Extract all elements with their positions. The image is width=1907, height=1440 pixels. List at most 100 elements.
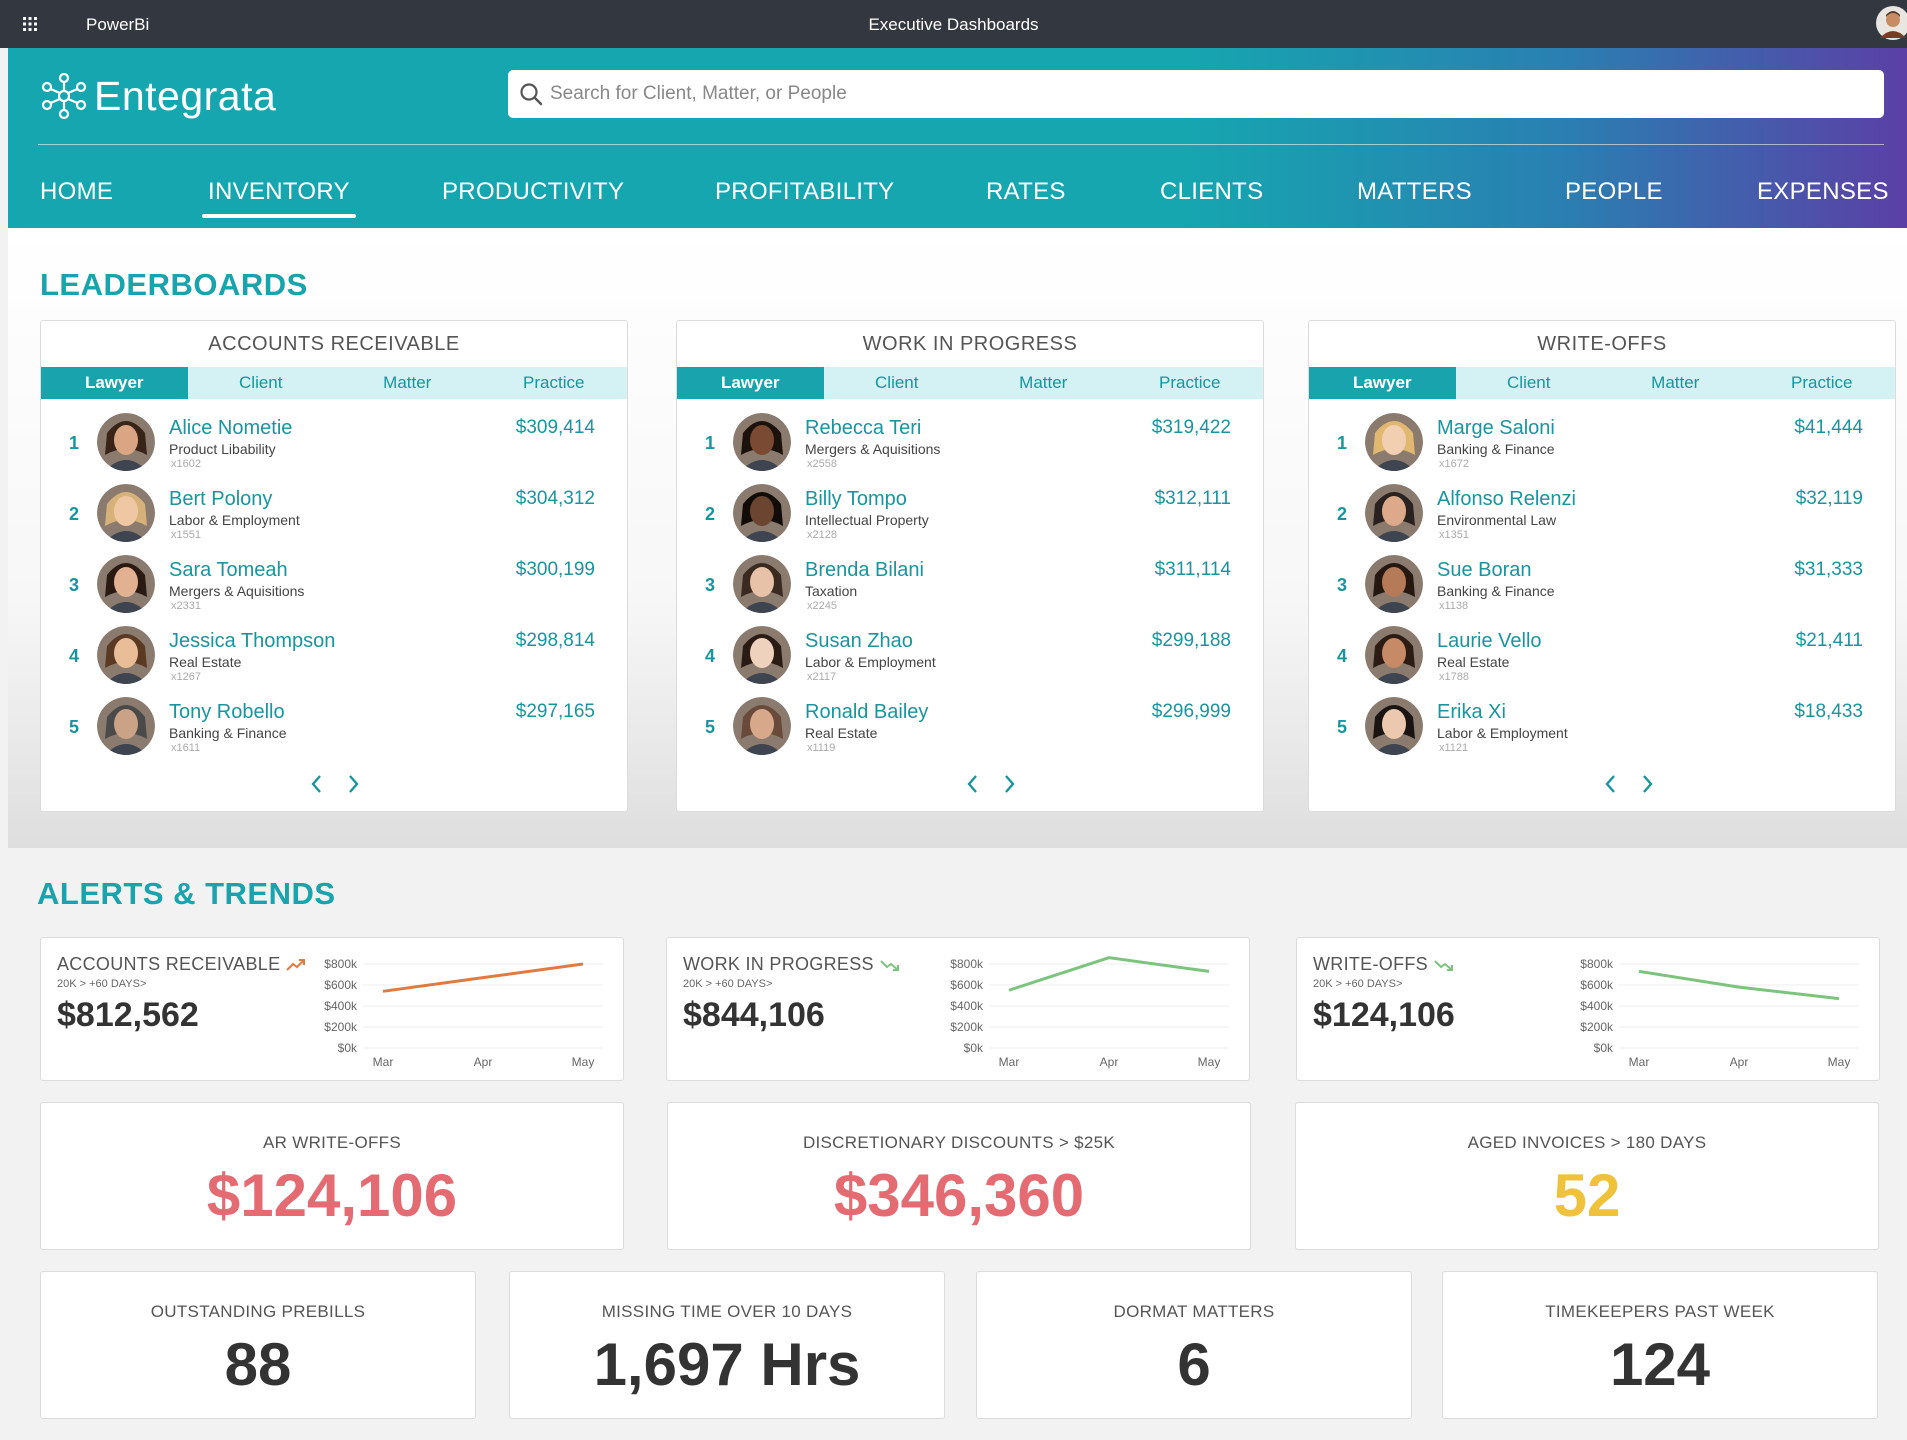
chevron-left-icon[interactable] xyxy=(963,771,983,797)
chevron-left-icon[interactable] xyxy=(1601,771,1621,797)
lawyer-name[interactable]: Billy Tompo xyxy=(805,488,907,511)
practice-area: Banking & Finance xyxy=(169,725,287,741)
window-title-bar: PowerBi Executive Dashboards xyxy=(0,0,1907,48)
chevron-left-icon[interactable] xyxy=(307,771,327,797)
nav-productivity[interactable]: PRODUCTIVITY xyxy=(442,178,624,206)
leaderboard-row[interactable]: 1 Marge Saloni Banking & Finance x1672 $… xyxy=(1309,413,1895,483)
lawyer-name[interactable]: Bert Polony xyxy=(169,488,272,511)
tab-client[interactable]: Client xyxy=(1456,367,1603,399)
chevron-right-icon[interactable] xyxy=(343,771,363,797)
leaderboard-row[interactable]: 4 Susan Zhao Labor & Employment x2117 $2… xyxy=(677,626,1263,696)
x-tick-label: May xyxy=(1198,1055,1221,1069)
kpi-card[interactable]: AGED INVOICES > 180 DAYS 52 xyxy=(1295,1102,1879,1250)
tab-practice[interactable]: Practice xyxy=(1117,367,1264,399)
trend-line-chart: $800k $600k $400k $200k $0k Mar Apr May xyxy=(950,956,1229,1069)
y-tick-label: $200k xyxy=(1580,1020,1614,1034)
header-divider xyxy=(38,144,1884,145)
leaderboard-row[interactable]: 1 Rebecca Teri Mergers & Aquisitions x25… xyxy=(677,413,1263,483)
leaderboard-row[interactable]: 3 Sue Boran Banking & Finance x1138 $31,… xyxy=(1309,555,1895,625)
practice-area: Real Estate xyxy=(1437,654,1510,670)
avatar xyxy=(1365,484,1423,542)
tab-lawyer[interactable]: Lawyer xyxy=(677,367,824,399)
x-tick-label: May xyxy=(1828,1055,1851,1069)
lawyer-name[interactable]: Brenda Bilani xyxy=(805,559,924,582)
lawyer-name[interactable]: Alfonso Relenzi xyxy=(1437,488,1576,511)
phone-extension: x1351 xyxy=(1439,529,1469,541)
kpi-card[interactable]: DISCRETIONARY DISCOUNTS > $25K $346,360 xyxy=(667,1102,1251,1250)
leaderboard-row[interactable]: 2 Billy Tompo Intellectual Property x212… xyxy=(677,484,1263,554)
tab-client[interactable]: Client xyxy=(824,367,971,399)
amount-value: $31,333 xyxy=(1794,559,1863,580)
leaderboard-row[interactable]: 3 Sara Tomeah Mergers & Aquisitions x233… xyxy=(41,555,627,625)
trend-card-1[interactable]: WORK IN PROGRESS 20K > +60 DAYS> $844,10… xyxy=(666,937,1250,1081)
rank-number: 3 xyxy=(1337,575,1348,595)
lawyer-name[interactable]: Sara Tomeah xyxy=(169,559,288,582)
tab-matter[interactable]: Matter xyxy=(970,367,1117,399)
leaderboard-row[interactable]: 1 Alice Nometie Product Libability x1602… xyxy=(41,413,627,483)
chevron-right-icon[interactable] xyxy=(999,771,1019,797)
lawyer-name[interactable]: Rebecca Teri xyxy=(805,417,921,440)
kpi-card[interactable]: DORMAT MATTERS 6 xyxy=(976,1271,1412,1419)
lawyer-name[interactable]: Marge Saloni xyxy=(1437,417,1555,440)
leaderboard-row[interactable]: 3 Brenda Bilani Taxation x2245 $311,114 xyxy=(677,555,1263,625)
trend-card-2[interactable]: WRITE-OFFS 20K > +60 DAYS> $124,106 $800… xyxy=(1296,937,1880,1081)
nav-home[interactable]: HOME xyxy=(40,178,113,206)
lawyer-name[interactable]: Laurie Vello xyxy=(1437,630,1542,653)
phone-extension: x2558 xyxy=(807,458,837,470)
lawyer-name[interactable]: Tony Robello xyxy=(169,701,285,724)
search-input[interactable] xyxy=(550,83,1850,105)
lawyer-name[interactable]: Ronald Bailey xyxy=(805,701,928,724)
practice-area: Real Estate xyxy=(169,654,242,670)
leaderboard-row[interactable]: 5 Erika Xi Labor & Employment x1121 $18,… xyxy=(1309,697,1895,767)
lawyer-name[interactable]: Jessica Thompson xyxy=(169,630,335,653)
leaderboard-row[interactable]: 4 Jessica Thompson Real Estate x1267 $29… xyxy=(41,626,627,696)
tab-practice[interactable]: Practice xyxy=(1749,367,1896,399)
kpi-card[interactable]: AR WRITE-OFFS $124,106 xyxy=(40,1102,624,1250)
amount-value: $41,444 xyxy=(1794,417,1863,438)
nav-profitability[interactable]: PROFITABILITY xyxy=(715,178,894,206)
kpi-card[interactable]: OUTSTANDING PREBILLS 88 xyxy=(40,1271,476,1419)
amount-value: $297,165 xyxy=(515,701,595,722)
leaderboard-card-title: ACCOUNTS RECEIVABLE xyxy=(208,333,460,355)
leaderboard-row[interactable]: 5 Ronald Bailey Real Estate x1119 $296,9… xyxy=(677,697,1263,767)
nav-matters[interactable]: MATTERS xyxy=(1357,178,1472,206)
practice-area: Environmental Law xyxy=(1437,512,1557,528)
nav-rates[interactable]: RATES xyxy=(986,178,1066,206)
tab-client[interactable]: Client xyxy=(188,367,335,399)
nav-clients[interactable]: CLIENTS xyxy=(1160,178,1263,206)
tab-lawyer[interactable]: Lawyer xyxy=(1309,367,1456,399)
leaderboard-row[interactable]: 2 Bert Polony Labor & Employment x1551 $… xyxy=(41,484,627,554)
y-tick-label: $600k xyxy=(1580,978,1614,992)
phone-extension: x1119 xyxy=(807,742,836,754)
lawyer-name[interactable]: Erika Xi xyxy=(1437,701,1506,724)
rank-number: 4 xyxy=(1337,646,1348,666)
y-tick-label: $400k xyxy=(950,999,984,1013)
search-box[interactable] xyxy=(508,70,1884,118)
nav-people[interactable]: PEOPLE xyxy=(1565,178,1663,206)
molecule-logo-icon xyxy=(41,72,87,120)
user-avatar[interactable] xyxy=(1876,6,1907,40)
leaderboard-row[interactable]: 4 Laurie Vello Real Estate x1788 $21,411 xyxy=(1309,626,1895,696)
brand-logo[interactable]: Entegrata xyxy=(38,70,276,122)
tab-matter[interactable]: Matter xyxy=(334,367,481,399)
lawyer-name[interactable]: Alice Nometie xyxy=(169,417,292,440)
leaderboard-row[interactable]: 5 Tony Robello Banking & Finance x1611 $… xyxy=(41,697,627,767)
tab-matter[interactable]: Matter xyxy=(1602,367,1749,399)
y-tick-label: $400k xyxy=(324,999,358,1013)
leaderboard-card-1: WORK IN PROGRESS Lawyer Client Matter Pract… xyxy=(676,320,1264,812)
tab-lawyer[interactable]: Lawyer xyxy=(41,367,188,399)
trend-subtitle: 20K > +60 DAYS> xyxy=(683,978,773,990)
chevron-right-icon[interactable] xyxy=(1637,771,1657,797)
trend-value: $812,562 xyxy=(57,996,199,1034)
tab-practice[interactable]: Practice xyxy=(481,367,628,399)
practice-area: Banking & Finance xyxy=(1437,583,1555,599)
nav-inventory[interactable]: INVENTORY xyxy=(202,178,356,218)
nav-expenses[interactable]: EXPENSES xyxy=(1757,178,1889,206)
app-header: Entegrata HOME INVENTORY PRODUCTIVITY PR… xyxy=(8,48,1907,228)
lawyer-name[interactable]: Susan Zhao xyxy=(805,630,913,653)
kpi-card[interactable]: MISSING TIME OVER 10 DAYS 1,697 Hrs xyxy=(509,1271,945,1419)
kpi-card[interactable]: TIMEKEEPERS PAST WEEK 124 xyxy=(1442,1271,1878,1419)
lawyer-name[interactable]: Sue Boran xyxy=(1437,559,1532,582)
leaderboard-row[interactable]: 2 Alfonso Relenzi Environmental Law x135… xyxy=(1309,484,1895,554)
trend-card-0[interactable]: ACCOUNTS RECEIVABLE 20K > +60 DAYS> $812… xyxy=(40,937,624,1081)
